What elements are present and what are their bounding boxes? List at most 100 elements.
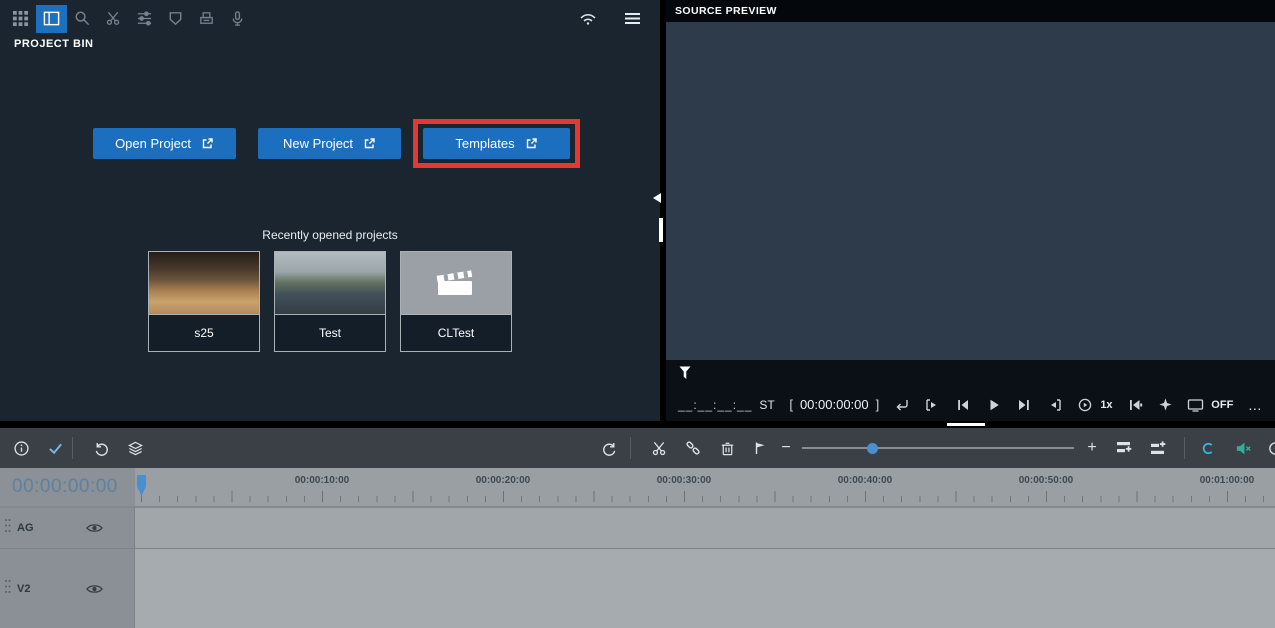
step-back-icon[interactable] — [955, 397, 971, 413]
ruler-label: 00:01:00:00 — [1199, 475, 1255, 486]
unlink-icon[interactable] — [680, 435, 706, 461]
project-card-cltest[interactable]: CLTest — [400, 251, 512, 352]
splitter-handle[interactable] — [659, 218, 663, 242]
speed-control[interactable]: 1x — [1077, 397, 1113, 413]
project-bin-tab-icon[interactable] — [36, 4, 67, 33]
open-external-icon — [364, 138, 375, 149]
open-external-icon — [526, 138, 537, 149]
clapperboard-icon — [436, 270, 473, 295]
snap-icon[interactable] — [1158, 397, 1173, 412]
toolbar-divider — [72, 437, 73, 459]
track-name: V2 — [17, 582, 31, 595]
project-name: Test — [275, 314, 385, 351]
project-bin-toolbar — [0, 0, 660, 34]
printer-icon[interactable] — [191, 5, 222, 33]
project-card-s25[interactable]: s25 — [148, 251, 260, 352]
ruler-label: 00:00:10:00 — [294, 475, 350, 486]
apps-grid-icon[interactable] — [5, 5, 36, 33]
panel-title: PROJECT BIN — [14, 38, 94, 50]
undo-icon[interactable] — [88, 435, 114, 461]
zoom-slider[interactable] — [802, 443, 1074, 454]
playhead-marker[interactable] — [137, 475, 146, 496]
project-card-test[interactable]: Test — [274, 251, 386, 352]
microphone-icon[interactable] — [222, 5, 253, 33]
timeline-ruler: 00:00:00:00 00:00:10:00 00:00:20:00 00:0… — [0, 468, 1275, 506]
layers-icon[interactable] — [122, 435, 148, 461]
clipped-tool-icon[interactable] — [1262, 435, 1275, 461]
toolbar-divider — [1184, 437, 1185, 459]
info-icon[interactable] — [8, 435, 34, 461]
zoom-slider-thumb[interactable] — [867, 443, 878, 454]
flag-icon[interactable] — [747, 435, 773, 461]
project-bin-toolbar-right — [572, 5, 648, 33]
recent-projects-list: s25 Test CLTest — [148, 251, 512, 352]
track-name: AG — [17, 522, 34, 534]
more-options-icon[interactable]: … — [1248, 397, 1263, 413]
ruler-label: 00:00:40:00 — [837, 475, 893, 486]
new-project-label: New Project — [282, 136, 354, 151]
new-project-button[interactable]: New Project — [258, 128, 401, 159]
check-icon[interactable] — [42, 435, 68, 461]
toolbar-divider — [630, 437, 631, 459]
step-forward-icon[interactable] — [1016, 397, 1032, 413]
panel-resize-hint[interactable] — [947, 423, 985, 426]
source-preview-header: SOURCE PREVIEW — [666, 0, 1275, 22]
open-external-icon — [202, 138, 213, 149]
zoom-in-button[interactable]: + — [1084, 439, 1100, 457]
add-track-top-icon[interactable] — [1112, 435, 1138, 461]
search-icon[interactable] — [67, 5, 98, 33]
wifi-icon[interactable] — [572, 5, 603, 33]
track-row-v2: V2 — [0, 548, 1275, 628]
track-header-ag[interactable]: AG — [0, 508, 135, 548]
source-scrub-bar[interactable] — [666, 360, 1275, 388]
bracket-close: ] — [875, 397, 880, 412]
history-undo-icon[interactable] — [596, 435, 622, 461]
tag-icon[interactable] — [160, 5, 191, 33]
project-name: CLTest — [401, 314, 511, 351]
source-transport-bar: __:__:__:__ ST [ 00:00:00:00 ] 1x OFF … — [666, 388, 1275, 421]
source-preview-viewport[interactable] — [666, 22, 1275, 360]
zoom-out-button[interactable]: − — [778, 439, 794, 457]
st-label: ST — [759, 397, 775, 412]
speed-label: 1x — [1100, 398, 1113, 411]
cut-icon[interactable] — [646, 435, 672, 461]
loop-icon[interactable] — [894, 397, 910, 413]
track-visibility-eye-icon[interactable] — [86, 522, 103, 534]
ruler-label: 00:00:50:00 — [1018, 475, 1074, 486]
audio-mute-icon[interactable] — [1230, 435, 1256, 461]
templates-button[interactable]: Templates — [423, 128, 570, 159]
recent-projects-title: Recently opened projects — [262, 228, 398, 242]
track-visibility-eye-icon[interactable] — [86, 583, 103, 595]
menu-icon[interactable] — [617, 5, 648, 33]
current-timecode: 00:00:00:00 — [0, 468, 135, 506]
scissors-icon[interactable] — [98, 5, 129, 33]
ruler-scale[interactable]: 00:00:10:00 00:00:20:00 00:00:30:00 00:0… — [135, 468, 1275, 506]
mark-out-icon[interactable] — [1047, 397, 1063, 413]
project-thumbnail — [275, 252, 385, 314]
fx-icon[interactable] — [1194, 435, 1220, 461]
project-thumbnail — [401, 252, 511, 314]
track-header-v2[interactable]: V2 — [0, 549, 135, 628]
project-name: s25 — [149, 314, 259, 351]
ruler-label: 00:00:20:00 — [475, 475, 531, 486]
sliders-icon[interactable] — [129, 5, 160, 33]
source-timecode-field[interactable]: [ 00:00:00:00 ] — [789, 397, 879, 412]
display-toggle[interactable]: OFF — [1187, 398, 1233, 412]
scrub-marker-icon[interactable] — [679, 366, 691, 385]
mark-in-icon[interactable] — [924, 397, 940, 413]
project-thumbnail — [149, 252, 259, 314]
source-timecode[interactable]: 00:00:00:00 — [800, 397, 869, 412]
drag-handle-icon[interactable] — [4, 578, 11, 599]
collapse-panel-arrow-icon[interactable] — [653, 193, 661, 203]
delete-icon[interactable] — [714, 435, 740, 461]
jump-to-start-icon[interactable] — [1127, 397, 1143, 413]
source-timecode-status: __:__:__:__ ST — [678, 398, 775, 412]
open-project-button[interactable]: Open Project — [93, 128, 236, 159]
source-preview-panel: SOURCE PREVIEW __:__:__:__ ST [ 00:00:00… — [666, 0, 1275, 421]
source-preview-title: SOURCE PREVIEW — [675, 5, 777, 17]
play-icon[interactable] — [986, 397, 1002, 413]
display-off-label: OFF — [1211, 398, 1234, 411]
drag-handle-icon[interactable] — [4, 518, 11, 539]
add-track-bottom-icon[interactable] — [1146, 435, 1172, 461]
templates-highlight-box: Templates — [413, 119, 580, 168]
